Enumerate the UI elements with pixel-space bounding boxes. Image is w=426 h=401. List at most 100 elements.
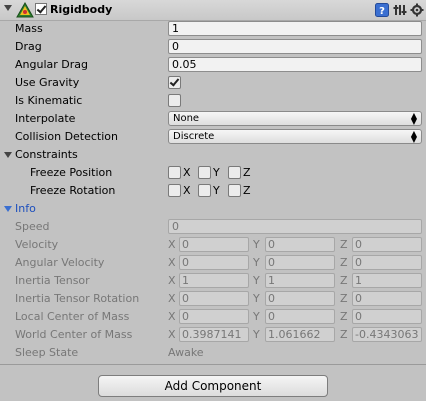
freeze-position-x-label: X [183, 166, 191, 179]
interpolate-label: Interpolate [15, 112, 76, 125]
inertia-tensor-z-field: 1 [352, 273, 422, 288]
inertia-tensor-rotation-row: Inertia Tensor Rotation X 0 Y 0 Z 0 [0, 290, 426, 308]
angular-velocity-y-field: 0 [265, 255, 335, 270]
dropdown-arrows-icon: ▲ ▼ [410, 129, 417, 144]
angular-velocity-label: Angular Velocity [15, 256, 105, 269]
inertia-tensor-x-field: 1 [179, 273, 249, 288]
preset-icon[interactable] [393, 3, 407, 17]
z-axis-label: Z [340, 238, 348, 251]
speed-field: 0 [168, 219, 422, 234]
constraints-foldout[interactable]: Constraints [0, 146, 426, 164]
freeze-rotation-y-label: Y [213, 184, 220, 197]
info-label: Info [15, 202, 36, 215]
collision-detection-value: Discrete [173, 131, 215, 142]
interpolate-row: Interpolate None ▲ ▼ [0, 110, 426, 128]
z-axis-label: Z [340, 292, 348, 305]
world-center-of-mass-z-field: -0.4343063 [352, 327, 422, 342]
y-axis-label: Y [253, 238, 260, 251]
drag-row: Drag 0 [0, 38, 426, 56]
world-center-of-mass-row: World Center of Mass X 0.3987141 Y 1.061… [0, 326, 426, 344]
component-header[interactable]: Rigidbody ? [0, 0, 426, 21]
freeze-position-y-checkbox[interactable] [198, 166, 211, 179]
speed-label: Speed [15, 220, 50, 233]
freeze-position-y-label: Y [213, 166, 220, 179]
component-enabled-checkbox[interactable] [35, 3, 47, 15]
freeze-rotation-y-checkbox[interactable] [198, 184, 211, 197]
drag-field[interactable]: 0 [168, 39, 422, 54]
use-gravity-label: Use Gravity [15, 76, 80, 89]
interpolate-value: None [173, 113, 200, 124]
angular-velocity-x-field: 0 [179, 255, 249, 270]
local-center-of-mass-row: Local Center of Mass X 0 Y 0 Z 0 [0, 308, 426, 326]
collision-detection-dropdown[interactable]: Discrete ▲ ▼ [168, 129, 422, 144]
dropdown-arrows-icon: ▲ ▼ [410, 111, 417, 126]
collapse-arrow-icon[interactable] [4, 5, 12, 11]
mass-label: Mass [15, 22, 43, 35]
y-axis-label: Y [253, 274, 260, 287]
expand-arrow-icon[interactable] [4, 152, 12, 158]
drag-label: Drag [15, 40, 42, 53]
angular-drag-label: Angular Drag [15, 58, 88, 71]
add-component-button[interactable]: Add Component [98, 375, 328, 397]
x-axis-label: X [168, 274, 176, 287]
mass-field[interactable]: 1 [168, 21, 422, 36]
freeze-rotation-label: Freeze Rotation [30, 184, 116, 197]
velocity-y-field: 0 [265, 237, 335, 252]
world-center-of-mass-label: World Center of Mass [15, 328, 133, 341]
z-axis-label: Z [340, 256, 348, 269]
y-axis-label: Y [253, 310, 260, 323]
world-center-of-mass-y-field: 1.061662 [265, 327, 335, 342]
angular-drag-field[interactable]: 0.05 [168, 57, 422, 72]
inertia-tensor-y-field: 1 [265, 273, 335, 288]
help-icon[interactable]: ? [375, 3, 389, 17]
use-gravity-row: Use Gravity [0, 74, 426, 92]
angular-velocity-z-field: 0 [352, 255, 422, 270]
speed-row: Speed 0 [0, 218, 426, 236]
freeze-position-label: Freeze Position [30, 166, 113, 179]
is-kinematic-checkbox[interactable] [168, 94, 181, 107]
sleep-state-label: Sleep State [15, 346, 79, 359]
x-axis-label: X [168, 328, 176, 341]
use-gravity-checkbox[interactable] [168, 76, 181, 89]
x-axis-label: X [168, 238, 176, 251]
local-center-of-mass-y-field: 0 [265, 309, 335, 324]
interpolate-dropdown[interactable]: None ▲ ▼ [168, 111, 422, 126]
velocity-row: Velocity X 0 Y 0 Z 0 [0, 236, 426, 254]
freeze-position-z-label: Z [243, 166, 251, 179]
y-axis-label: Y [253, 328, 260, 341]
divider [0, 364, 426, 365]
freeze-rotation-x-checkbox[interactable] [168, 184, 181, 197]
mass-row: Mass 1 [0, 20, 426, 38]
freeze-position-row: Freeze Position X Y Z [0, 164, 426, 182]
collision-detection-label: Collision Detection [15, 130, 119, 143]
rigidbody-icon [16, 2, 34, 18]
inertia-tensor-rotation-label: Inertia Tensor Rotation [15, 292, 140, 305]
freeze-rotation-z-checkbox[interactable] [228, 184, 241, 197]
local-center-of-mass-x-field: 0 [179, 309, 249, 324]
settings-gear-icon[interactable] [410, 3, 424, 17]
velocity-z-field: 0 [352, 237, 422, 252]
svg-text:?: ? [379, 6, 385, 17]
local-center-of-mass-label: Local Center of Mass [15, 310, 130, 323]
x-axis-label: X [168, 256, 176, 269]
velocity-label: Velocity [15, 238, 59, 251]
inertia-tensor-rotation-x-field: 0 [179, 291, 249, 306]
inertia-tensor-label: Inertia Tensor [15, 274, 90, 287]
info-foldout[interactable]: Info [0, 200, 426, 218]
freeze-rotation-row: Freeze Rotation X Y Z [0, 182, 426, 200]
constraints-label: Constraints [15, 148, 78, 161]
angular-drag-row: Angular Drag 0.05 [0, 56, 426, 74]
z-axis-label: Z [340, 310, 348, 323]
world-center-of-mass-x-field: 0.3987141 [179, 327, 249, 342]
expand-arrow-icon[interactable] [4, 206, 12, 212]
inertia-tensor-rotation-z-field: 0 [352, 291, 422, 306]
collision-detection-row: Collision Detection Discrete ▲ ▼ [0, 128, 426, 146]
x-axis-label: X [168, 292, 176, 305]
freeze-position-z-checkbox[interactable] [228, 166, 241, 179]
velocity-x-field: 0 [179, 237, 249, 252]
freeze-rotation-z-label: Z [243, 184, 251, 197]
z-axis-label: Z [340, 328, 348, 341]
is-kinematic-row: Is Kinematic [0, 92, 426, 110]
freeze-position-x-checkbox[interactable] [168, 166, 181, 179]
x-axis-label: X [168, 310, 176, 323]
